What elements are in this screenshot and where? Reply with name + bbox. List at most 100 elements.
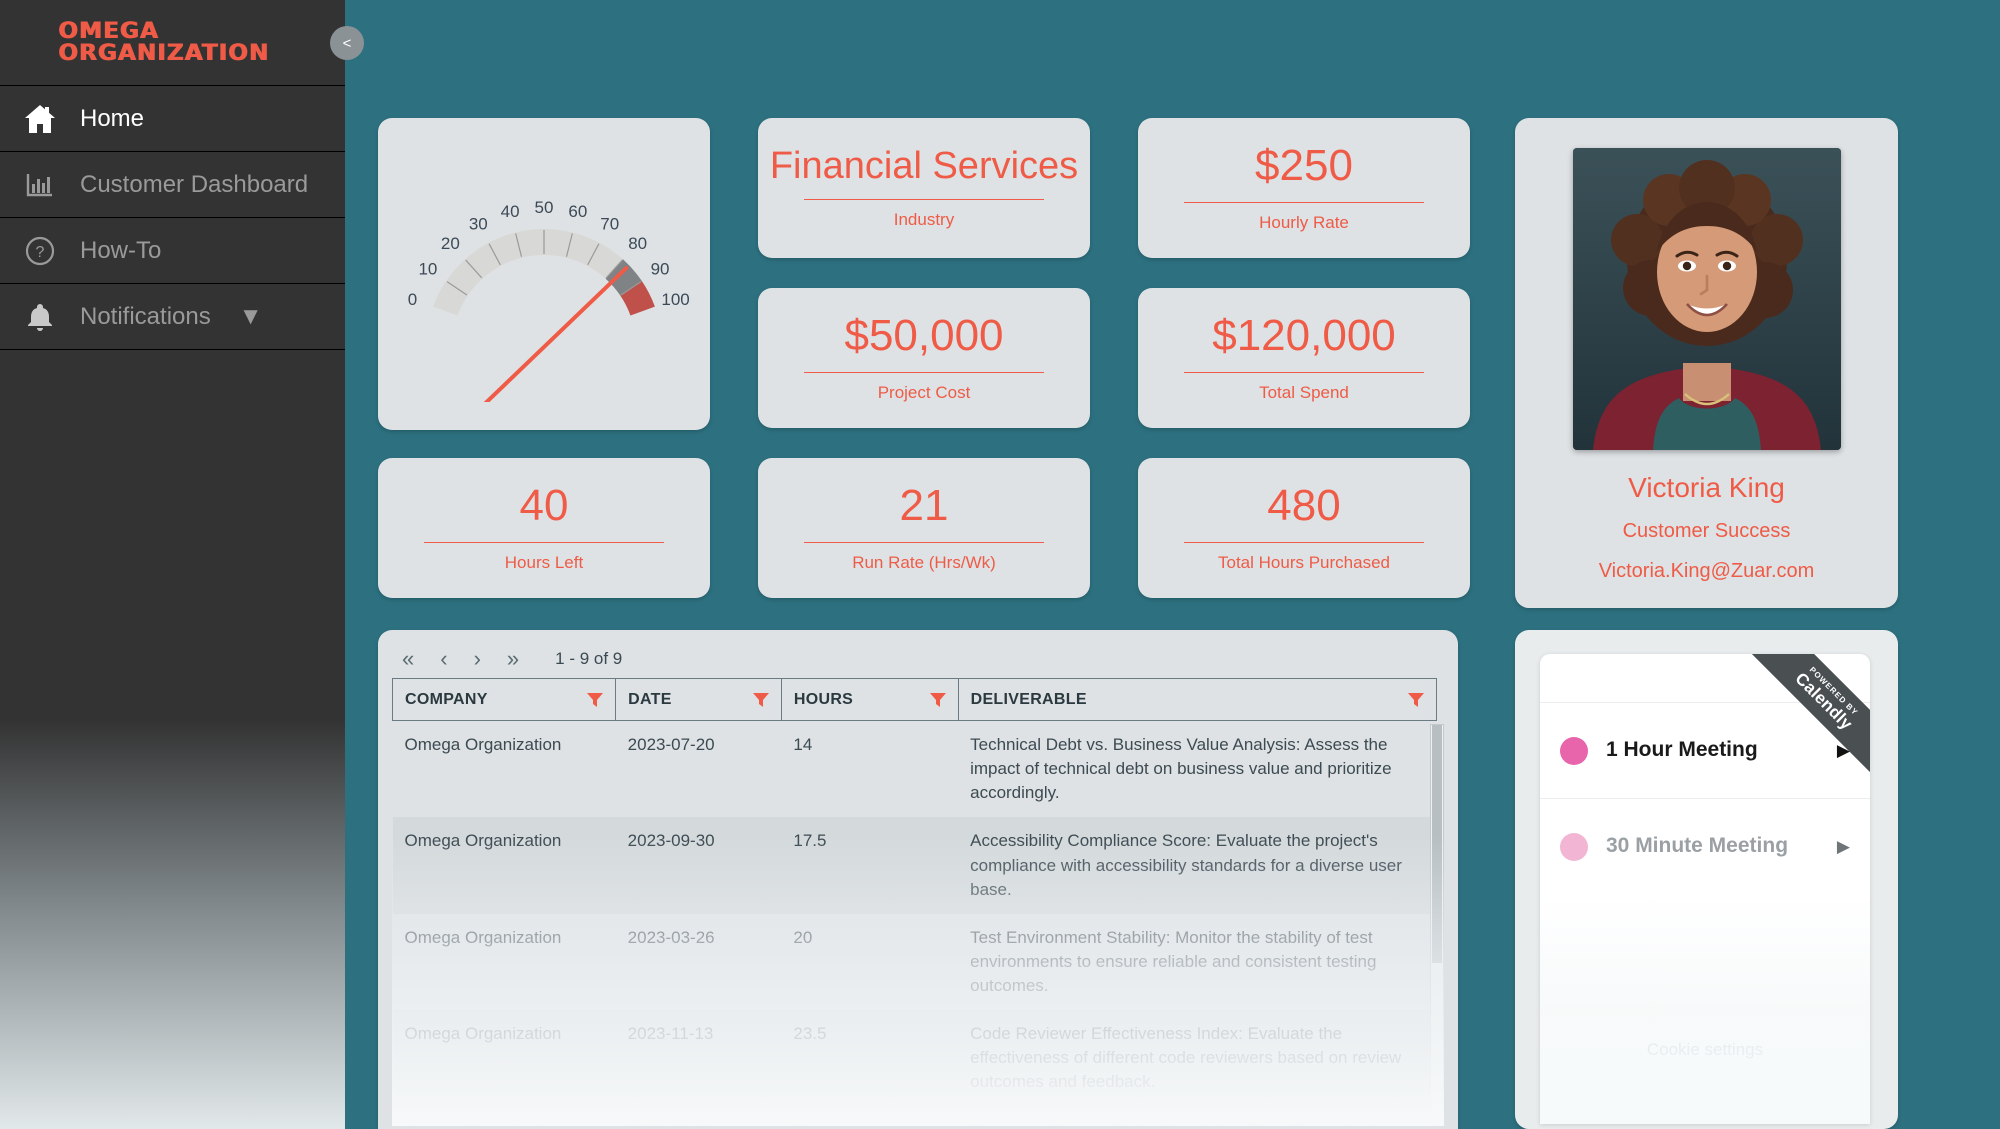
gauge-band [433,228,623,316]
gauge-tick-label: 30 [469,214,488,233]
kpi-value: $50,000 [844,310,1004,360]
table-vertical-scrollbar[interactable] [1430,724,1444,1126]
column-header-company[interactable]: COMPANY [392,678,617,721]
column-header-hours[interactable]: HOURS [780,678,959,721]
table-row[interactable]: Omega Organization 2023-11-13 23.5 Code Rev… [392,1010,1437,1107]
sidebar-collapse-button[interactable]: < [330,26,364,60]
kpi-card-hourly-rate: $250 Hourly Rate [1138,118,1470,258]
question-circle-icon: ? [22,233,58,269]
hours-gauge: 01020 30 40 50 60 70 8090 100 [408,198,690,402]
cell-hours: 14 [793,735,813,754]
calendly-fade-overlay [1540,894,1870,1124]
sidebar-item-label: Home [80,104,145,132]
filter-icon[interactable] [752,692,769,707]
cell-hours: 17.5 [781,817,959,914]
gauge-tick-label: 0 [408,290,417,309]
table-row[interactable]: Omega Organization 2023-07-20 14 Technical … [393,721,1437,818]
kpi-label: Total Spend [1259,382,1349,402]
kpi-value: 21 [899,480,949,530]
kpi-card-total-spend: $120,000 Total Spend [1138,288,1470,428]
sidebar-item-label: Notifications [80,302,211,330]
sidebar: OMEGA ORGANIZATION Home Customer Dashboa… [0,0,345,1129]
sidebar-item-customer-dashboard[interactable]: Customer Dashboard [0,152,345,218]
column-header-deliverable[interactable]: DELIVERABLE [957,678,1438,721]
cell-deliverable: Customer Support Ticket Resolution Time:… [958,1107,1436,1127]
kpi-value: $120,000 [1212,310,1396,360]
scrollbar-thumb[interactable] [1432,725,1442,963]
sidebar-item-label: Customer Dashboard [80,170,309,198]
gauge-card: 0 10 20 30 40 50 60 70 80 90 100 [378,118,710,430]
brand-logo: OMEGA ORGANIZATION [0,0,345,86]
cell-hours: 23.5 [781,1010,959,1107]
brand-line-2: ORGANIZATION [58,40,269,66]
cell-date: 2023-09-30 [615,817,782,914]
sidebar-fade-overlay [0,720,345,1129]
pager-first-button[interactable]: « [402,648,414,670]
calendly-widget: POWERED BY Calendly 1 Hour Meeting ▶ 30 … [1540,654,1870,1124]
calendly-event-30-minute-meeting[interactable]: 30 Minute Meeting ▶ [1540,798,1870,894]
gauge-tick-label: 40 [501,202,520,221]
profile-name: Victoria King [1628,472,1785,503]
column-label: HOURS [793,690,854,708]
column-header-date[interactable]: DATE [615,678,782,721]
event-label: 1 Hour Meeting [1606,738,1758,762]
table-body: Omega Organization 2023-07-20 14 Technical … [392,721,1437,1127]
kpi-grid: 0 10 20 30 40 50 60 70 80 90 100 Financial Service… [378,118,1500,608]
kpi-label: Total Hours Purchased [1218,552,1390,572]
kpi-rule [1184,371,1424,373]
avatar [1572,148,1841,450]
cookie-settings-link[interactable]: Cookie settings [1540,1040,1870,1060]
gauge-tick-label: 90 [651,259,670,278]
brand-line-1: OMEGA [58,18,159,44]
table-row[interactable]: Omega Organization 2023-09-30 17.5 Accessib… [392,817,1437,914]
brand-text: OMEGA ORGANIZATION [58,18,269,66]
sidebar-item-home[interactable]: Home [0,86,345,152]
pager-last-button[interactable]: » [507,648,519,670]
kpi-card-total-hours-purchased: 480 Total Hours Purchased [1138,458,1470,598]
chevron-right-icon[interactable]: ▶ [1837,837,1850,857]
column-label: DELIVERABLE [970,690,1087,708]
kpi-value: $250 [1255,140,1353,190]
kpi-rule [1184,541,1424,543]
cell-deliverable: Accessibility Compliance Score: Evaluate… [958,817,1437,914]
gauge-tick-label: 10 [418,259,437,278]
pager-range-label: 1 - 9 of 9 [555,649,623,668]
kpi-rule [804,541,1044,543]
table-row[interactable]: Omega Organization2023-08-0411Customer S… [393,1107,1437,1127]
event-color-dot-icon [1560,832,1588,861]
home-icon [22,101,58,137]
kpi-label: Hourly Rate [1259,212,1349,232]
bar-chart-icon [22,167,58,203]
pager-next-button[interactable]: › [474,648,481,670]
filter-icon[interactable] [1408,692,1424,707]
gauge-tick-label: 20 [441,233,460,252]
table-row[interactable]: Omega Organization 2023-03-26 20 Test Envir… [393,914,1437,1010]
table-header-row: COMPANY DATE HOURS DELIVERABLE [392,678,1438,721]
filter-icon[interactable] [929,692,946,707]
kpi-rule [1184,201,1424,203]
cell-date: 2023-03-26 [627,927,715,947]
kpi-label: Run Rate (Hrs/Wk) [852,552,996,572]
deliverables-table-card: « ‹ › » 1 - 9 of 9 COMPANY DATE HOURS DE… [378,630,1458,1129]
bell-icon [22,299,58,335]
table-pager: « ‹ › » 1 - 9 of 9 [392,640,1444,678]
pager-prev-button[interactable]: ‹ [440,648,447,670]
gauge-tick-label: 80 [628,233,647,252]
cell-hours: 11 [781,1107,958,1127]
kpi-value: Financial Services [769,144,1079,187]
sidebar-item-how-to[interactable]: ? How-To [0,218,345,284]
profile-email[interactable]: Victoria.King@Zuar.com [1599,560,1815,583]
kpi-card-industry: Financial Services Industry [758,118,1090,258]
cell-company: Omega Organization [404,735,562,754]
cell-date: 2023-08-04 [616,1107,782,1127]
kpi-rule [424,541,664,543]
filter-icon[interactable] [587,692,604,707]
sidebar-item-notifications[interactable]: Notifications ▼ [0,284,345,350]
contact-profile-card: Victoria King Customer Success Victoria.… [1515,118,1898,608]
kpi-value: 480 [1267,480,1341,530]
cell-deliverable: Test Environment Stability: Monitor the … [970,927,1377,995]
table-scroll-area: COMPANY DATE HOURS DELIVERABLE Omega Org… [392,678,1444,1126]
chevron-down-icon[interactable]: ▼ [239,303,263,331]
gauge-tick-label: 60 [568,202,587,221]
kpi-card-project-cost: $50,000 Project Cost [758,288,1090,428]
